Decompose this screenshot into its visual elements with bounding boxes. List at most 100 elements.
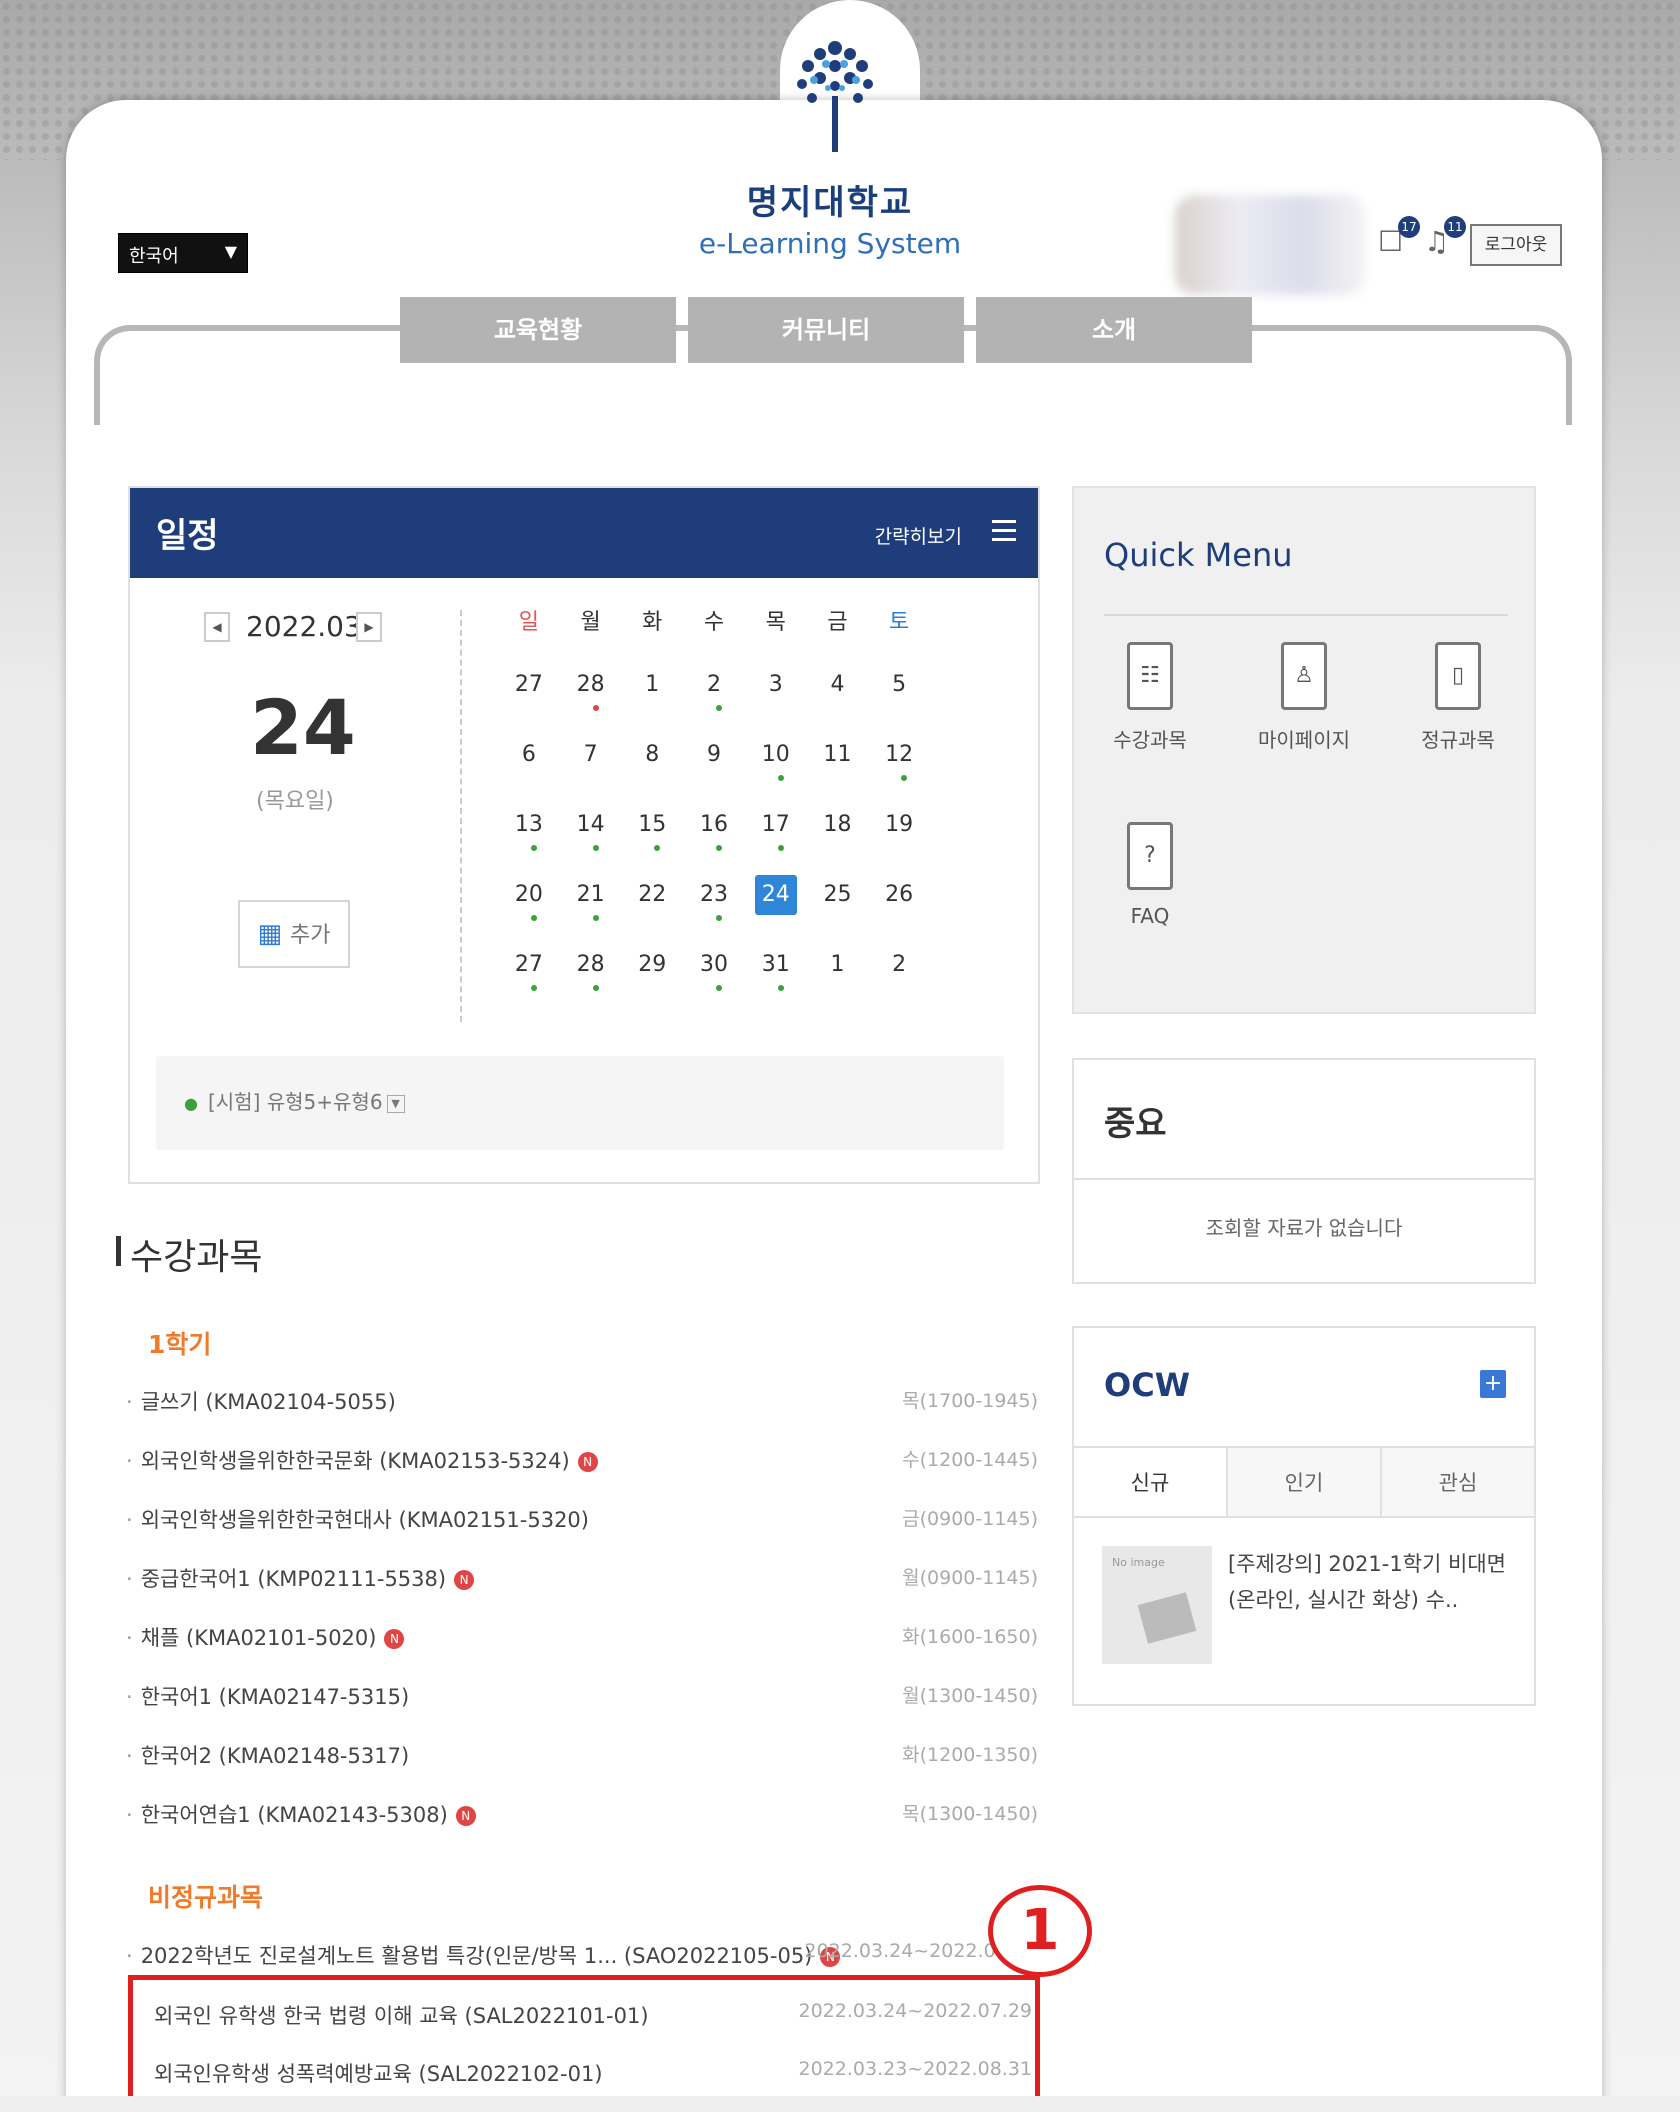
tab-introduction[interactable]: 소개 — [976, 297, 1252, 363]
system-name: e-Learning System — [698, 227, 962, 260]
calendar-day[interactable]: 23 — [683, 875, 745, 945]
calendar-day[interactable]: 6 — [498, 735, 560, 805]
course-name[interactable]: 외국인학생을위한한국현대사 (KMA02151-5320) — [126, 1508, 589, 1532]
tab-community[interactable]: 커뮤니티 — [688, 297, 964, 363]
calendar-week: 13 14 15 16 17 18 19 — [498, 805, 930, 875]
selected-day: 24 — [250, 683, 356, 772]
course-row[interactable]: 외국인학생을위한한국현대사 (KMA02151-5320) 금(0900-1145… — [126, 1504, 1038, 1544]
course-row[interactable]: 글쓰기 (KMA02104-5055) 목(1700-1945) — [126, 1386, 1038, 1426]
new-badge: N — [384, 1629, 405, 1649]
calendar-day[interactable]: 27 — [498, 945, 560, 1015]
term-label: 1학기 — [148, 1330, 212, 1359]
course-name[interactable]: 2022학년도 진로설계노트 활용법 특강(인문/방목 1... (SAO202… — [126, 1944, 812, 1968]
calendar-day[interactable]: 12 — [868, 735, 930, 805]
course-row[interactable]: 채플 (KMA02101-5020) N 화(1600-1650) — [126, 1622, 1038, 1662]
top-icons: ☐ 17 ♫ 11 — [1378, 216, 1466, 260]
calendar-day[interactable]: 29 — [621, 945, 683, 1015]
quick-menu-mypage[interactable]: ♙ 마이페이지 — [1234, 642, 1374, 753]
message-icon[interactable]: ☐ 17 — [1378, 216, 1420, 260]
weekday-header: 화 — [642, 610, 663, 635]
calendar-day[interactable]: 27 — [498, 665, 560, 735]
course-row[interactable]: 중급한국어1 (KMP02111-5538) N 월(0900-1145) — [126, 1563, 1038, 1603]
course-row[interactable]: 외국인학생을위한한국문화 (KMA02153-5324) N 수(1200-1445… — [126, 1445, 1038, 1485]
next-month-button[interactable]: ▶ — [356, 612, 382, 642]
bell-icon[interactable]: ♫ 11 — [1424, 216, 1466, 260]
calendar-day-today[interactable]: 24 — [745, 875, 807, 945]
course-name[interactable]: 외국인학생을위한한국문화 (KMA02153-5324) — [126, 1449, 570, 1473]
calendar-day[interactable]: 10 — [745, 735, 807, 805]
calendar-day[interactable]: 3 — [745, 665, 807, 735]
calendar-day[interactable]: 8 — [621, 735, 683, 805]
calendar-day[interactable]: 14 — [560, 805, 622, 875]
course-name[interactable]: 채플 (KMA02101-5020) — [126, 1626, 376, 1650]
user-card-icon: ♙ — [1281, 642, 1327, 710]
logout-button[interactable]: 로그아웃 — [1470, 224, 1562, 266]
course-name[interactable]: 글쓰기 (KMA02104-5055) — [126, 1390, 396, 1414]
calendar-day[interactable]: 2 — [683, 665, 745, 735]
calendar-day[interactable]: 25 — [807, 875, 869, 945]
ocw-item-title[interactable]: [주제강의] 2021-1학기 비대면 (온라인, 실시간 화상) 수.. — [1228, 1546, 1518, 1618]
quick-menu-faq[interactable]: ? FAQ — [1080, 822, 1220, 928]
calendar-day[interactable]: 28 — [560, 665, 622, 735]
schedule-event[interactable]: ● [시험] 유형5+유형6 ▼ — [156, 1056, 1004, 1150]
calendar-day[interactable]: 15 — [621, 805, 683, 875]
list-icon[interactable] — [992, 516, 1016, 542]
calendar-day[interactable]: 18 — [807, 805, 869, 875]
calendar-day[interactable]: 13 — [498, 805, 560, 875]
calendar-day[interactable]: 2 — [868, 945, 930, 1015]
ocw-thumbnail[interactable]: No image — [1102, 1546, 1212, 1664]
calendar-week: 27 28 29 30 31 1 2 — [498, 945, 930, 1015]
ocw-title: OCW — [1104, 1366, 1190, 1404]
important-title: 중요 — [1104, 1104, 1167, 1144]
course-row[interactable]: 2022학년도 진로설계노트 활용법 특강(인문/방목 1... (SAO202… — [126, 1940, 1038, 1980]
question-icon: ? — [1127, 822, 1173, 890]
course-row[interactable]: 한국어1 (KMA02147-5315) 월(1300-1450) — [126, 1681, 1038, 1721]
calendar-day[interactable]: 9 — [683, 735, 745, 805]
calendar-day[interactable]: 19 — [868, 805, 930, 875]
compact-view-toggle[interactable]: 간략히보기 — [875, 522, 962, 549]
plus-icon[interactable]: + — [1480, 1370, 1506, 1398]
university-tree-logo[interactable] — [790, 36, 880, 156]
blurred-user-info — [1175, 195, 1365, 295]
course-name[interactable]: 중급한국어1 (KMP02111-5538) — [126, 1567, 446, 1591]
language-select[interactable]: 한국어 ▼ — [118, 233, 248, 273]
calendar-day[interactable]: 17 — [745, 805, 807, 875]
important-divider — [1074, 1178, 1534, 1180]
quick-menu-courses[interactable]: ☷ 수강과목 — [1080, 642, 1220, 753]
course-time: 월(1300-1450) — [902, 1685, 1038, 1707]
course-row[interactable]: 한국어2 (KMA02148-5317) 화(1200-1350) — [126, 1740, 1038, 1780]
current-month: 2022.03 — [246, 610, 362, 643]
calendar-day[interactable]: 20 — [498, 875, 560, 945]
calendar-day[interactable]: 5 — [868, 665, 930, 735]
course-time: 금(0900-1145) — [902, 1508, 1038, 1530]
course-row[interactable]: 한국어연습1 (KMA02143-5308) N 목(1300-1450) — [126, 1799, 1038, 1839]
tab-education-status[interactable]: 교육현황 — [400, 297, 676, 363]
course-name[interactable]: 한국어1 (KMA02147-5315) — [126, 1685, 409, 1709]
prev-month-button[interactable]: ◀ — [204, 612, 230, 642]
calendar-day[interactable]: 11 — [807, 735, 869, 805]
quick-menu-regular-courses[interactable]: ▯ 정규과목 — [1388, 642, 1528, 753]
language-select-value: 한국어 — [129, 246, 179, 267]
course-time: 화(1200-1350) — [902, 1744, 1038, 1766]
calendar-day[interactable]: 30 — [683, 945, 745, 1015]
tab-popular[interactable]: 인기 — [1226, 1448, 1380, 1516]
calendar-day[interactable]: 28 — [560, 945, 622, 1015]
calendar-day[interactable]: 16 — [683, 805, 745, 875]
add-schedule-button[interactable]: ▦ 추가 — [238, 900, 350, 968]
calendar-day[interactable]: 21 — [560, 875, 622, 945]
course-name[interactable]: 한국어연습1 (KMA02143-5308) — [126, 1803, 448, 1827]
tab-interest[interactable]: 관심 — [1380, 1448, 1534, 1516]
expand-icon[interactable]: ▼ — [386, 1094, 405, 1113]
calendar-day[interactable]: 1 — [807, 945, 869, 1015]
courses-section-title: 수강과목 — [115, 1228, 262, 1280]
course-name[interactable]: 한국어2 (KMA02148-5317) — [126, 1744, 409, 1768]
calendar-day[interactable]: 31 — [745, 945, 807, 1015]
important-panel: 중요 조회할 자료가 없습니다 — [1072, 1058, 1536, 1284]
calendar-day[interactable]: 1 — [621, 665, 683, 735]
tab-new[interactable]: 신규 — [1074, 1448, 1226, 1516]
weekday-header: 금 — [827, 610, 848, 635]
calendar-day[interactable]: 26 — [868, 875, 930, 945]
calendar-day[interactable]: 7 — [560, 735, 622, 805]
calendar-day[interactable]: 22 — [621, 875, 683, 945]
calendar-day[interactable]: 4 — [807, 665, 869, 735]
